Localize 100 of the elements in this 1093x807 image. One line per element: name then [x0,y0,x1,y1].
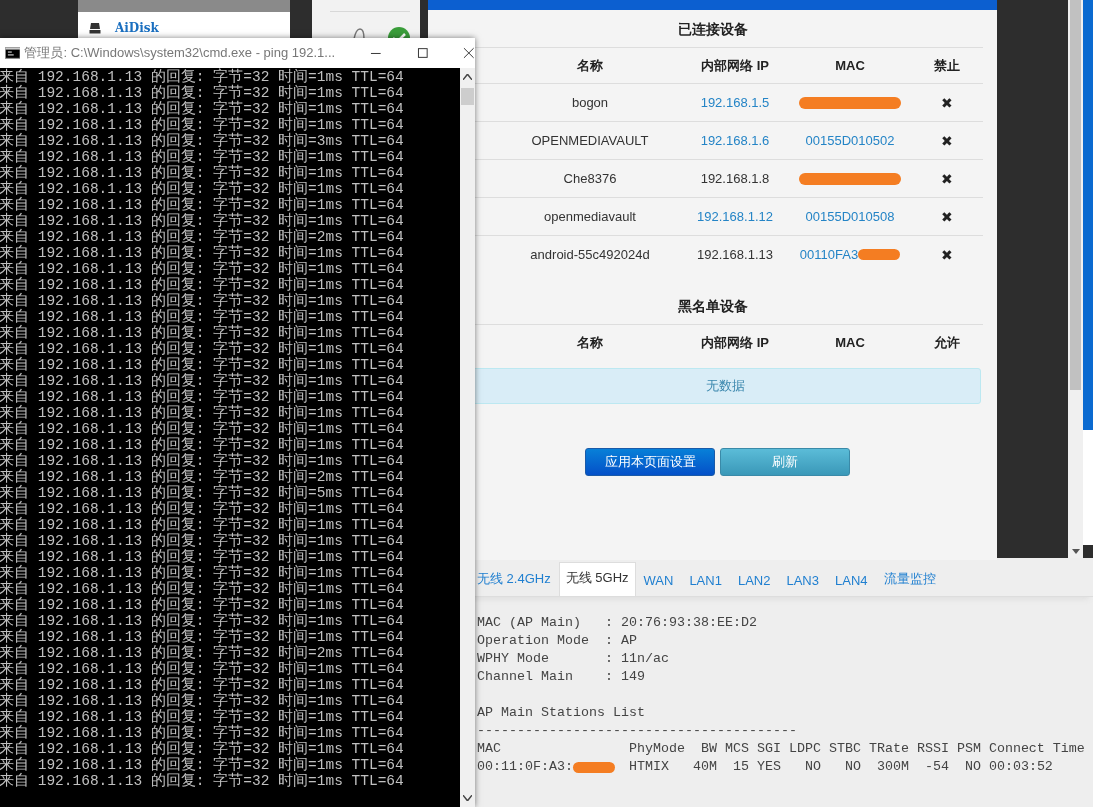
action-button[interactable]: 刷新 [720,448,850,476]
table-cell: 192.168.1.13 [697,247,773,262]
console-line: 来自 192.168.1.13 的回复: 字节=32 时间=1ms TTL=64 [0,757,405,773]
scrollbar-thumb[interactable] [1070,0,1081,390]
console-line: 来自 192.168.1.13 的回复: 字节=32 时间=1ms TTL=64 [0,357,405,373]
column-header: 内部网络 IP [700,333,770,352]
disk-icon [89,22,101,34]
station-details: HTMIX 40M 15 YES NO NO 300M -54 NO 00:03:52 [628,758,1053,776]
console-line: 来自 192.168.1.13 的回复: 字节=32 时间=1ms TTL=64 [0,277,405,293]
mac-link[interactable]: 00155D010502 [805,133,895,148]
console-line: 来自 192.168.1.13 的回复: 字节=32 时间=1ms TTL=64 [0,629,405,645]
column-header: MAC [834,335,866,350]
console-line: 来自 192.168.1.13 的回复: 字节=32 时间=1ms TTL=64 [0,85,405,101]
sidebar-item[interactable]: AiDisk [115,21,159,35]
tab[interactable]: 流量监控 [875,563,944,596]
console-line: 来自 192.168.1.13 的回复: 字节=32 时间=2ms TTL=64 [0,469,405,485]
console-line: 来自 192.168.1.13 的回复: 字节=32 时间=1ms TTL=64 [0,773,405,789]
tab[interactable]: 无线 2.4GHz [475,563,559,596]
console-line: 来自 192.168.1.13 的回复: 字节=32 时间=1ms TTL=64 [0,213,405,229]
ban-button[interactable]: ✖ [940,132,953,149]
console-line: 来自 192.168.1.13 的回复: 字节=32 时间=1ms TTL=64 [0,517,405,533]
action-button[interactable]: 应用本页面设置 [585,448,715,476]
console-line: 来自 192.168.1.13 的回复: 字节=32 时间=1ms TTL=64 [0,597,405,613]
info-line: MAC (AP Main) : 20:76:93:38:EE:D2 [477,614,758,632]
tab[interactable]: LAN2 [729,566,779,596]
console-line: 来自 192.168.1.13 的回复: 字节=32 时间=1ms TTL=64 [0,581,405,597]
info-line: WPHY Mode : 11n/ac [477,650,670,668]
column-header: 名称 [576,333,604,352]
console-line: 来自 192.168.1.13 的回复: 字节=32 时间=1ms TTL=64 [0,725,405,741]
console-line: 来自 192.168.1.13 的回复: 字节=32 时间=1ms TTL=64 [0,245,405,261]
console-line: 来自 192.168.1.13 的回复: 字节=32 时间=1ms TTL=64 [0,293,405,309]
table-cell: android-55c492024d [530,247,650,262]
section-title: 黑名单设备 [676,297,749,316]
console-line: 来自 192.168.1.13 的回复: 字节=32 时间=1ms TTL=64 [0,677,405,693]
table-cell: 192.168.1.8 [700,171,770,186]
column-header: 禁止 [932,56,961,75]
console-line: 来自 192.168.1.13 的回复: 字节=32 时间=1ms TTL=64 [0,453,405,469]
console-line: 来自 192.168.1.13 的回复: 字节=32 时间=3ms TTL=64 [0,133,405,149]
console-line: 来自 192.168.1.13 的回复: 字节=32 时间=1ms TTL=64 [0,421,405,437]
window-title: 管理员: C:\Windows\system32\cmd.exe - ping 192.1... [24,44,336,62]
console-line: 来自 192.168.1.13 的回复: 字节=32 时间=1ms TTL=64 [0,117,405,133]
station-header: MAC PhyMode BW MCS SGI LDPC STBC TRate RSSI PSM Connect Time [477,740,1086,758]
tab[interactable]: LAN3 [778,566,827,596]
mac-link[interactable]: 00110FA3 [799,247,859,262]
console-line: 来自 192.168.1.13 的回复: 字节=32 时间=1ms TTL=64 [0,165,405,181]
scrollbar[interactable] [1068,0,1083,558]
console-line: 来自 192.168.1.13 的回复: 字节=32 时间=2ms TTL=64 [0,645,405,661]
tab[interactable]: 无线 5GHz [558,562,636,596]
scrollbar[interactable] [460,68,475,807]
column-header: MAC [834,58,866,73]
table-cell: bogon [571,95,609,110]
console-line: 来自 192.168.1.13 的回复: 字节=32 时间=1ms TTL=64 [0,69,405,85]
console-line: 来自 192.168.1.13 的回复: 字节=32 时间=1ms TTL=64 [0,437,405,453]
console-line: 来自 192.168.1.13 的回复: 字节=32 时间=1ms TTL=64 [0,613,405,629]
console-line: 来自 192.168.1.13 的回复: 字节=32 时间=2ms TTL=64 [0,229,405,245]
ban-button[interactable]: ✖ [940,208,953,225]
console-line: 来自 192.168.1.13 的回复: 字节=32 时间=1ms TTL=64 [0,565,405,581]
console-line: 来自 192.168.1.13 的回复: 字节=32 时间=1ms TTL=64 [0,501,405,517]
table-cell: openmediavault [544,209,636,224]
ip-link[interactable]: 192.168.1.12 [697,209,773,224]
console-line: 来自 192.168.1.13 的回复: 字节=32 时间=1ms TTL=64 [0,197,405,213]
info-line: Channel Main : 149 [477,668,646,686]
ban-button[interactable]: ✖ [940,170,953,187]
console-line: 来自 192.168.1.13 的回复: 字节=32 时间=1ms TTL=64 [0,309,405,325]
ip-link[interactable]: 192.168.1.6 [700,133,770,148]
scroll-down-icon[interactable] [1072,549,1080,554]
separator-line: ---------------------------------------- [477,722,798,740]
ban-button[interactable]: ✖ [940,94,953,111]
tab[interactable]: LAN1 [681,566,730,596]
tab[interactable]: WAN [635,566,682,596]
mac-link[interactable]: 00155D010508 [805,209,895,224]
console-line: 来自 192.168.1.13 的回复: 字节=32 时间=1ms TTL=64 [0,709,405,725]
ban-button[interactable]: ✖ [940,246,953,263]
console-line: 来自 192.168.1.13 的回复: 字节=32 时间=1ms TTL=64 [0,661,405,677]
table-cell: OPENMEDIAVAULT [531,133,649,148]
ip-link[interactable]: 192.168.1.5 [700,95,770,110]
maximize-icon[interactable] [416,47,429,59]
terminal-icon [5,47,21,59]
console-line: 来自 192.168.1.13 的回复: 字节=32 时间=1ms TTL=64 [0,693,405,709]
console-line: 来自 192.168.1.13 的回复: 字节=32 时间=1ms TTL=64 [0,405,405,421]
console-line: 来自 192.168.1.13 的回复: 字节=32 时间=1ms TTL=64 [0,373,405,389]
console-line: 来自 192.168.1.13 的回复: 字节=32 时间=1ms TTL=64 [0,101,405,117]
console-line: 来自 192.168.1.13 的回复: 字节=32 时间=1ms TTL=64 [0,181,405,197]
close-icon[interactable] [463,47,475,59]
station-mac: 00:11:0F:A3: [477,758,573,776]
section-title: 已连接设备 [676,20,749,39]
console-line: 来自 192.168.1.13 的回复: 字节=32 时间=1ms TTL=64 [0,741,405,757]
console-line: 来自 192.168.1.13 的回复: 字节=32 时间=1ms TTL=64 [0,341,405,357]
info-line: Operation Mode : AP [477,632,638,650]
tab[interactable]: LAN4 [827,566,876,596]
console-line: 来自 192.168.1.13 的回复: 字节=32 时间=1ms TTL=64 [0,549,405,565]
scroll-up-icon[interactable] [463,74,472,80]
console-line: 来自 192.168.1.13 的回复: 字节=32 时间=1ms TTL=64 [0,533,405,549]
column-header: 名称 [576,56,604,75]
console-line: 来自 192.168.1.13 的回复: 字节=32 时间=1ms TTL=64 [0,325,405,341]
scrollbar-thumb[interactable] [461,88,474,105]
scroll-down-icon[interactable] [463,795,472,801]
column-header: 内部网络 IP [700,56,770,75]
console-line: 来自 192.168.1.13 的回复: 字节=32 时间=1ms TTL=64 [0,149,405,165]
console-line: 来自 192.168.1.13 的回复: 字节=32 时间=5ms TTL=64 [0,485,405,501]
